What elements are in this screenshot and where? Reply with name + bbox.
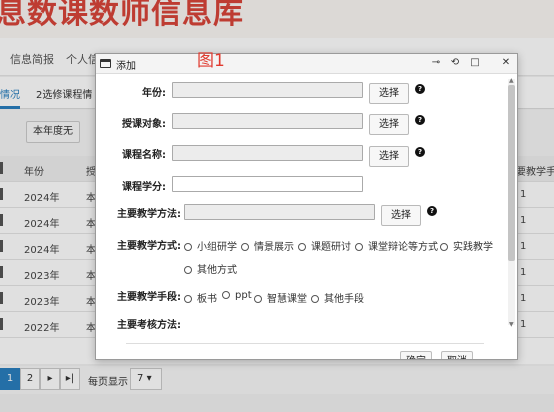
figure-label: 图1 bbox=[197, 51, 225, 71]
radio-button[interactable] bbox=[355, 243, 363, 251]
option-practice-teaching[interactable]: 实践教学 bbox=[440, 238, 493, 253]
select-course-button[interactable]: 选择 bbox=[369, 146, 409, 167]
scroll-up-icon[interactable]: ▲ bbox=[509, 77, 514, 84]
radio-button[interactable] bbox=[184, 295, 192, 303]
help-icon[interactable]: ? bbox=[415, 84, 425, 94]
help-icon[interactable]: ? bbox=[415, 147, 425, 157]
option-smart-classroom[interactable]: 智慧课堂 bbox=[254, 290, 307, 305]
option-blackboard[interactable]: 板书 bbox=[184, 290, 217, 305]
dialog-titlebar[interactable]: 添加 ⊸ ⟲ □ ✕ bbox=[96, 54, 517, 74]
pin-icon[interactable]: ⊸ bbox=[429, 56, 443, 70]
window-icon bbox=[100, 59, 111, 68]
teaching-method-input[interactable] bbox=[184, 204, 375, 220]
year-input[interactable] bbox=[172, 82, 363, 98]
option-label: 小组研学 bbox=[197, 242, 237, 253]
target-label: 授课对象: bbox=[122, 119, 166, 130]
scrollbar-thumb[interactable] bbox=[508, 85, 515, 261]
teaching-means-label: 主要教学手段: bbox=[117, 292, 181, 303]
option-ppt[interactable]: ppt bbox=[222, 290, 252, 301]
radio-button[interactable] bbox=[222, 291, 230, 299]
help-icon[interactable]: ? bbox=[427, 206, 437, 216]
teaching-method-select-label: 主要教学方法: bbox=[117, 209, 181, 220]
radio-button[interactable] bbox=[440, 243, 448, 251]
course-name-label: 课程名称: bbox=[122, 150, 166, 161]
cancel-button[interactable]: 取消 bbox=[441, 351, 473, 359]
radio-button[interactable] bbox=[184, 243, 192, 251]
option-label: 智慧课堂 bbox=[267, 294, 307, 305]
dialog-footer: 确定 取消 bbox=[126, 343, 484, 359]
option-label: 情景展示 bbox=[254, 242, 294, 253]
credit-input[interactable] bbox=[172, 176, 363, 192]
radio-button[interactable] bbox=[184, 266, 192, 274]
option-label: 其他方式 bbox=[197, 265, 237, 276]
dialog-title: 添加 bbox=[116, 61, 136, 72]
option-other-mode[interactable]: 其他方式 bbox=[184, 261, 237, 276]
radio-button[interactable] bbox=[241, 243, 249, 251]
restore-icon[interactable]: ⟲ bbox=[448, 56, 462, 70]
option-other-means[interactable]: 其他手段 bbox=[311, 290, 364, 305]
option-label: 课题研讨 bbox=[311, 242, 351, 253]
option-class-debate[interactable]: 课堂辩论等方式 bbox=[355, 238, 438, 253]
assessment-label: 主要考核方法: bbox=[117, 320, 181, 331]
option-label: ppt bbox=[235, 290, 252, 301]
radio-button[interactable] bbox=[298, 243, 306, 251]
confirm-button[interactable]: 确定 bbox=[400, 351, 432, 359]
radio-button[interactable] bbox=[311, 295, 319, 303]
option-topic-discussion[interactable]: 课题研讨 bbox=[298, 238, 351, 253]
credit-label: 课程学分: bbox=[122, 182, 166, 193]
teaching-mode-label: 主要教学方式: bbox=[117, 241, 181, 252]
add-dialog: 添加 ⊸ ⟲ □ ✕ 年份: 选择 ? 授课对象: 选择 ? 课程名称: 选择 … bbox=[95, 53, 518, 360]
radio-button[interactable] bbox=[254, 295, 262, 303]
select-target-button[interactable]: 选择 bbox=[369, 114, 409, 135]
option-label: 其他手段 bbox=[324, 294, 364, 305]
scroll-down-icon[interactable]: ▼ bbox=[509, 321, 514, 328]
select-teaching-method-button[interactable]: 选择 bbox=[381, 205, 421, 226]
help-icon[interactable]: ? bbox=[415, 115, 425, 125]
option-label: 实践教学 bbox=[453, 242, 493, 253]
maximize-icon[interactable]: □ bbox=[468, 56, 482, 70]
year-label: 年份: bbox=[142, 88, 166, 99]
course-name-input[interactable] bbox=[172, 145, 363, 161]
option-label: 课堂辩论等方式 bbox=[368, 242, 438, 253]
dialog-body: 年份: 选择 ? 授课对象: 选择 ? 课程名称: 选择 ? 课程学分: 主要教… bbox=[96, 75, 517, 359]
select-year-button[interactable]: 选择 bbox=[369, 83, 409, 104]
option-group-study[interactable]: 小组研学 bbox=[184, 238, 237, 253]
dialog-scrollbar[interactable]: ▲ ▼ bbox=[508, 77, 515, 328]
close-icon[interactable]: ✕ bbox=[499, 56, 513, 70]
option-scenario-display[interactable]: 情景展示 bbox=[241, 238, 294, 253]
option-label: 板书 bbox=[197, 294, 217, 305]
target-input[interactable] bbox=[172, 113, 363, 129]
